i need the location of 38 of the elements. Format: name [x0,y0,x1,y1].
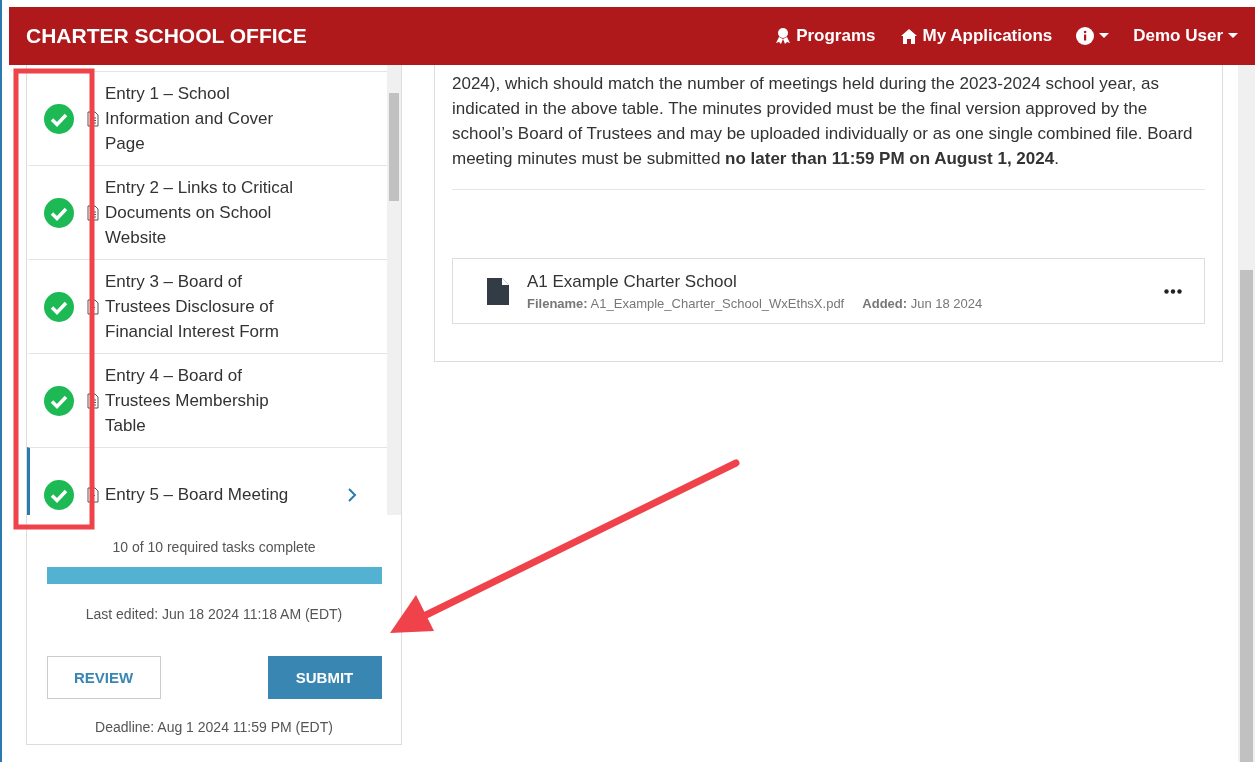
task-title: Entry 4 – Board of Trustees Membership Table [105,365,270,437]
instructions-paragraph: 2024), which should match the number of meetings held during the 2023-2024 school year, as indicated in the above table. The minutes provided must be the final version approved by the school’s Board of Trustees and may be uploaded individually or as one single combined file. Board meeting minutes must be submitted no later than 11:59 PM on August 1, 2024. [452,65,1205,190]
nav-link[interactable]: Programs [775,26,876,46]
task-title: Entry 3 – Board of Trustees Disclosure of Financial Interest Form [105,271,280,343]
check-circle-icon [43,479,74,510]
nav-label: Programs [796,26,876,46]
info-menu[interactable] [1076,27,1110,45]
task-title: Entry 5 – Board Meeting [105,484,290,506]
file-meta: Filename: A1_Example_Charter_School_WxEthsX.pdf Added: Jun 18 2024 [527,295,984,311]
more-icon[interactable] [1164,288,1182,294]
check-circle-icon [43,385,74,416]
home-icon [899,27,918,45]
page-scrollbar[interactable] [1238,65,1255,762]
info-icon [1076,27,1095,45]
last-edited-text: Last edited: Jun 18 2024 11:18 AM (EDT) [85,606,343,622]
document-icon [87,204,99,221]
check-circle-icon [43,197,74,228]
upload-file-icon [87,486,99,503]
progress-text: 10 of 10 required tasks complete [112,539,316,555]
deadline-text: Deadline: Aug 1 2024 11:59 PM (EDT) [95,719,333,735]
check-circle-icon [43,103,74,134]
submit-button[interactable]: SUBMIT [267,656,382,699]
caret-icon [1228,33,1238,39]
task-title: Entry 1 – School Information and Cover Page [105,83,275,155]
scrollbar[interactable] [387,65,401,515]
award-icon [775,27,792,45]
chevron-right-icon [347,486,357,503]
task-item[interactable]: Entry 5 – Board Meeting [27,447,387,515]
document-icon [87,392,99,409]
file-icon [487,277,509,305]
review-button[interactable]: REVIEW [46,656,161,699]
task-title: Entry 2 – Links to Critical Documents on School Website [105,177,294,249]
caret-icon [1099,33,1110,39]
check-circle-icon [43,291,74,322]
upload-file-icon [87,298,99,315]
document-icon [87,110,99,127]
file-name: A1 Example Charter School [527,271,738,292]
app-title: CHARTER SCHOOL OFFICE [26,24,308,48]
